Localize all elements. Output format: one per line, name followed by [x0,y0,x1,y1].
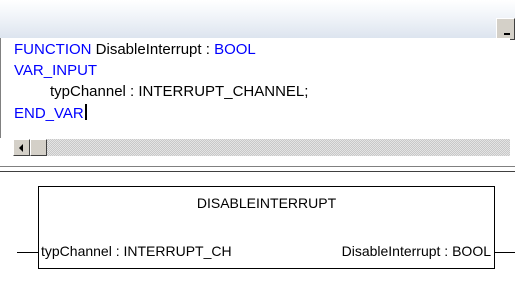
end-var-keyword: END_VAR [14,105,84,122]
var-input-keyword: VAR_INPUT [14,62,98,79]
window-titlebar [0,0,515,40]
horizontal-scrollbar[interactable] [13,139,510,156]
scroll-left-button[interactable] [13,139,30,156]
function-keyword: FUNCTION [14,41,92,58]
arrow-left-icon [19,144,23,152]
function-block[interactable]: DISABLEINTERRUPT typChannel : INTERRUPT_… [38,186,495,269]
code-line-parameter: typChannel : INTERRUPT_CHANNEL; [50,83,308,101]
minimize-icon [504,33,510,35]
code-line-end-var: END_VAR [14,104,87,123]
pou-editor-window: FUNCTION DisableInterrupt : BOOL VAR_INP… [0,0,515,289]
return-type-keyword: BOOL [214,41,256,58]
function-name: DisableInterrupt : [91,41,215,58]
input-connection-line [17,252,38,253]
graphical-view: DISABLEINTERRUPT typChannel : INTERRUPT_… [0,172,515,289]
minimize-button[interactable] [496,18,515,40]
text-caret [84,104,87,120]
function-block-title: DISABLEINTERRUPT [196,195,337,211]
input-pin-label: typChannel : INTERRUPT_CH [41,243,232,259]
code-line-var-input: VAR_INPUT [14,62,97,80]
declaration-editor[interactable]: FUNCTION DisableInterrupt : BOOL VAR_INP… [0,38,510,138]
scrollbar-thumb[interactable] [30,139,47,156]
parameter-declaration: typChannel : INTERRUPT_CHANNEL; [50,83,309,100]
output-pin-label: DisableInterrupt : BOOL [341,243,491,259]
output-connection-line [495,252,515,253]
code-line-function-header: FUNCTION DisableInterrupt : BOOL [14,41,256,59]
